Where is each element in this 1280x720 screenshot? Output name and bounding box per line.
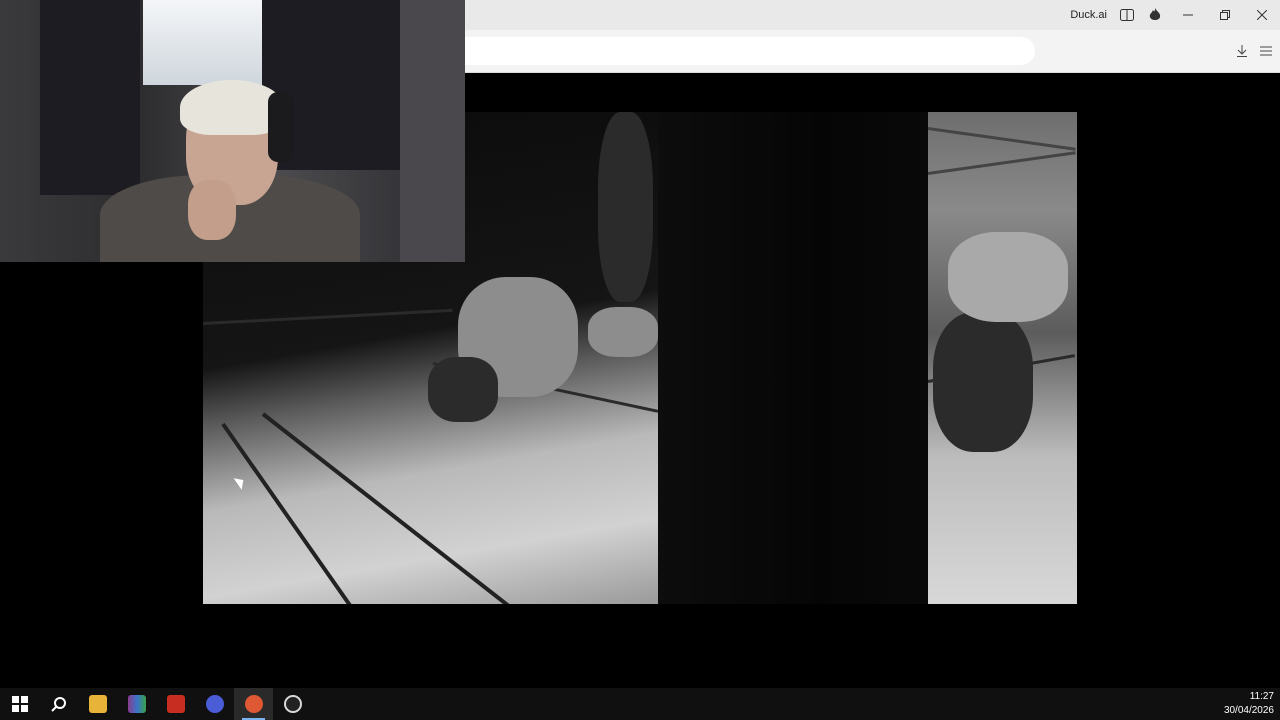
headphones (268, 92, 294, 162)
title-bar-controls: Duck.ai (1064, 0, 1280, 30)
winrar-icon (127, 695, 146, 713)
duck-ai-button[interactable]: Duck.ai (1064, 9, 1113, 21)
taskbar-obs-studio[interactable] (273, 688, 312, 720)
taskbar-duckduckgo-browser[interactable] (234, 688, 273, 720)
taskbar-winrar[interactable] (117, 688, 156, 720)
minimize-icon[interactable] (1169, 0, 1206, 30)
fire-icon[interactable] (1141, 0, 1169, 30)
taskbar-opera-gx-app[interactable] (195, 688, 234, 720)
clock-date: 30/04/2026 (1223, 705, 1274, 716)
webcam-wall (400, 0, 465, 262)
download-icon[interactable] (1234, 40, 1250, 62)
webcam-window (143, 0, 263, 85)
webcam-overlay (0, 0, 465, 262)
video-frame-ring-post (658, 112, 928, 604)
app-icon (205, 695, 224, 713)
taskbar-file-explorer[interactable] (78, 688, 117, 720)
address-bar[interactable] (465, 37, 1035, 65)
start-button[interactable] (0, 688, 39, 720)
search-button[interactable] (39, 688, 78, 720)
webcam-curtain (40, 0, 140, 195)
search-icon (50, 697, 66, 712)
menu-icon[interactable] (1258, 40, 1274, 62)
browser-toolbar (465, 30, 1280, 73)
taskbar-apps (0, 688, 312, 720)
filezilla-icon (166, 695, 185, 713)
taskbar: 11:27 30/04/2026 (0, 688, 1280, 720)
obs-icon (283, 695, 302, 713)
system-clock[interactable]: 11:27 30/04/2026 (1224, 690, 1274, 718)
desktop-screen: Duck.ai 11:27 30/04/2026 (0, 0, 1280, 720)
taskbar-filezilla[interactable] (156, 688, 195, 720)
folder-icon (88, 695, 107, 713)
close-icon[interactable] (1243, 0, 1280, 30)
sidebar-toggle-icon[interactable] (1113, 0, 1141, 30)
webcam-person-hand (188, 180, 236, 240)
clock-time: 11:27 (1249, 691, 1274, 702)
browser-title-bar: Duck.ai (465, 0, 1280, 30)
restore-icon[interactable] (1206, 0, 1243, 30)
duckduckgo-icon (244, 695, 263, 713)
windows-logo-icon (11, 696, 28, 712)
video-frame-ring-right (927, 112, 1077, 604)
